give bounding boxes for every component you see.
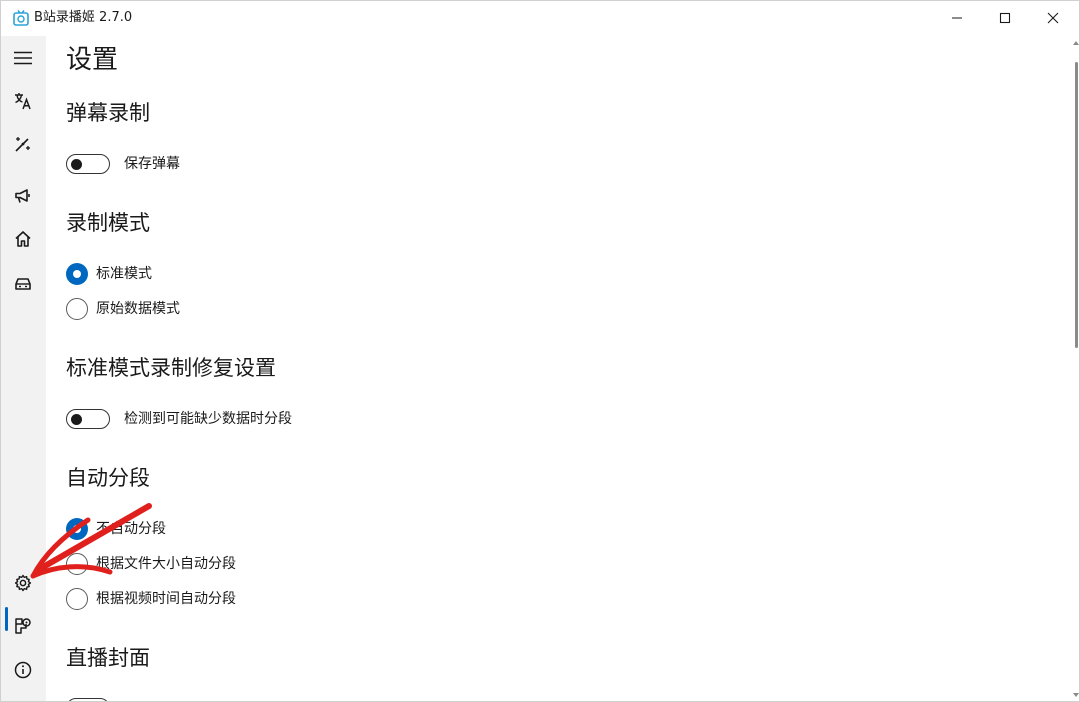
save-danmaku-label: 保存弹幕 — [124, 156, 180, 172]
scroll-down-icon[interactable] — [1073, 692, 1079, 698]
radio-standard-mode[interactable] — [66, 263, 88, 285]
nav-item-settings[interactable] — [0, 563, 46, 603]
page-title: 设置 — [66, 45, 119, 75]
minimize-icon — [952, 17, 962, 19]
app-window: B站录播姬 2.7.0 设置 弹幕录制 保存弹幕 录制模式 标准模式 原始数据模… — [0, 0, 1080, 702]
nav-item-announcement[interactable] — [0, 176, 46, 216]
gear-icon — [14, 574, 32, 592]
radio-label-no-auto-split: 不自动分段 — [96, 521, 166, 537]
cover-toggle[interactable] — [66, 698, 110, 702]
settings-page: 设置 弹幕录制 保存弹幕 录制模式 标准模式 原始数据模式 标准模式录制修复设置… — [46, 36, 1070, 702]
split-on-missing-toggle[interactable] — [66, 409, 110, 429]
section-title-cover: 直播封面 — [66, 646, 150, 670]
radio-raw-data-mode[interactable] — [66, 298, 88, 320]
nav-item-rooms[interactable] — [0, 263, 46, 303]
section-title-auto-split: 自动分段 — [66, 466, 150, 490]
nav-item-language[interactable] — [0, 81, 46, 121]
radio-label-split-by-size: 根据文件大小自动分段 — [96, 556, 236, 572]
scrollbar-thumb[interactable] — [1075, 62, 1078, 348]
toolbox-icon — [15, 618, 31, 634]
scroll-up-icon[interactable] — [1073, 40, 1079, 46]
nav-item-about[interactable] — [0, 650, 46, 690]
save-danmaku-toggle[interactable] — [66, 154, 110, 174]
megaphone-icon — [15, 189, 30, 203]
split-on-missing-label: 检测到可能缺少数据时分段 — [124, 411, 292, 427]
minimize-button[interactable] — [933, 0, 981, 36]
close-icon — [1047, 12, 1059, 24]
translate-icon — [15, 93, 31, 110]
hamburger-menu-icon — [14, 51, 32, 65]
tv-app-icon — [12, 9, 30, 27]
car-icon — [15, 278, 31, 290]
radio-no-auto-split[interactable] — [66, 518, 88, 540]
radio-label-standard-mode: 标准模式 — [96, 266, 152, 282]
section-title-record-mode: 录制模式 — [66, 211, 150, 235]
radio-label-raw-data-mode: 原始数据模式 — [96, 301, 180, 317]
home-icon — [15, 231, 31, 247]
radio-split-by-time[interactable] — [66, 588, 88, 610]
title-bar: B站录播姬 2.7.0 — [0, 0, 1080, 36]
window-title: B站录播姬 2.7.0 — [34, 10, 133, 25]
maximize-button[interactable] — [981, 0, 1029, 36]
nav-item-home[interactable] — [0, 219, 46, 259]
close-button[interactable] — [1029, 0, 1077, 36]
radio-label-split-by-time: 根据视频时间自动分段 — [96, 591, 236, 607]
section-title-danmaku: 弹幕录制 — [66, 101, 150, 125]
nav-menu-toggle[interactable] — [0, 38, 46, 78]
section-title-repair: 标准模式录制修复设置 — [66, 356, 276, 380]
maximize-icon — [999, 12, 1011, 24]
magic-wand-icon — [15, 137, 30, 152]
info-icon — [14, 661, 32, 679]
nav-item-plugins[interactable] — [0, 606, 46, 646]
nav-item-toolbox[interactable] — [0, 124, 46, 164]
radio-split-by-size[interactable] — [66, 553, 88, 575]
navigation-pane — [0, 36, 46, 702]
